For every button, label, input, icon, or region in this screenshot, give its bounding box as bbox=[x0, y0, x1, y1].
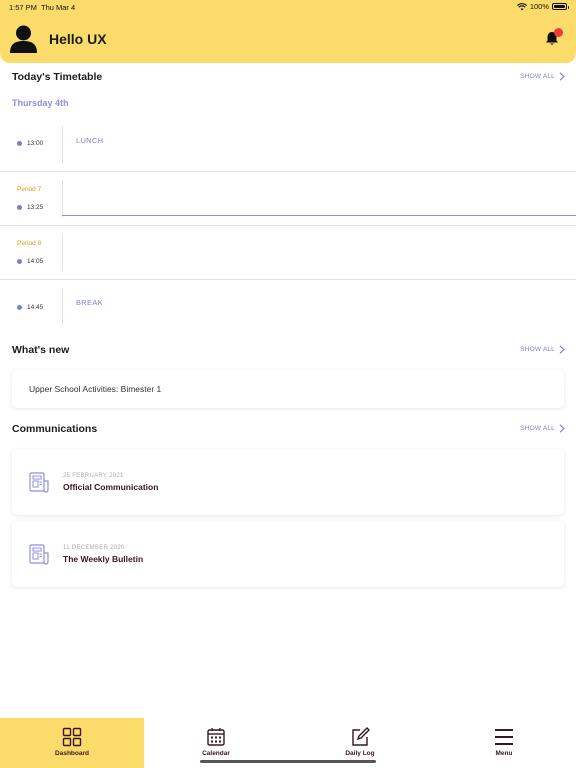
time-divider bbox=[62, 288, 63, 325]
current-time-line bbox=[62, 215, 576, 216]
time-divider bbox=[62, 180, 63, 217]
show-all-label: SHOW ALL bbox=[520, 73, 555, 80]
whats-new-title: What's new bbox=[12, 344, 70, 356]
timetable-show-all[interactable]: SHOW ALL bbox=[520, 72, 565, 81]
timetable-row[interactable]: 13:00 LUNCH bbox=[0, 118, 576, 171]
tab-label: Calendar bbox=[202, 750, 230, 757]
edit-note-icon bbox=[352, 727, 370, 746]
status-right: 100% bbox=[516, 2, 569, 11]
timetable-row[interactable]: Period 8 14:05 bbox=[0, 226, 576, 279]
communication-title: The Weekly Bulletin bbox=[63, 554, 144, 564]
time-dot bbox=[17, 141, 22, 146]
status-time: 1:57 PM bbox=[9, 3, 37, 12]
document-icon bbox=[29, 544, 49, 565]
time-text: 13:25 bbox=[27, 204, 44, 211]
communication-title: Official Communication bbox=[63, 482, 159, 492]
time-text: 14:45 bbox=[27, 304, 44, 311]
dashboard-grid-icon bbox=[62, 727, 82, 747]
calendar-icon bbox=[207, 728, 225, 746]
timetable-title: Today's Timetable bbox=[12, 71, 103, 83]
period-label: Period 7 bbox=[17, 186, 42, 193]
avatar-icon[interactable] bbox=[10, 24, 37, 53]
hamburger-menu-icon bbox=[495, 729, 513, 745]
communication-card[interactable]: 25 FEBRUARY 2021 Official Communication bbox=[12, 449, 564, 515]
tab-dashboard[interactable]: Dashboard bbox=[0, 718, 144, 768]
communication-date: 11 DECEMBER 2020 bbox=[63, 545, 125, 551]
battery-percent: 100% bbox=[529, 2, 549, 11]
time-divider bbox=[62, 234, 63, 271]
app-header: Hello UX bbox=[0, 14, 576, 63]
row-time: 13:25 bbox=[17, 204, 43, 211]
show-all-label: SHOW ALL bbox=[520, 425, 555, 432]
tab-label: Menu bbox=[495, 750, 513, 757]
news-card[interactable]: Upper School Activities: Bimester 1 bbox=[12, 370, 564, 408]
time-dot bbox=[17, 259, 22, 264]
event-label: LUNCH bbox=[76, 136, 104, 145]
period-label: Period 8 bbox=[17, 240, 42, 247]
row-time: 14:45 bbox=[17, 304, 43, 311]
event-label: BREAK bbox=[76, 298, 103, 307]
timetable-day: Thursday 4th bbox=[12, 98, 69, 108]
status-bar: 1:57 PM Thu Mar 4 100% bbox=[0, 0, 576, 14]
time-divider bbox=[62, 126, 63, 163]
time-dot bbox=[17, 305, 22, 310]
time-text: 14:05 bbox=[27, 258, 44, 265]
tab-label: Daily Log bbox=[345, 750, 375, 757]
status-date: Thu Mar 4 bbox=[41, 3, 76, 12]
time-dot bbox=[17, 205, 22, 210]
communications-show-all[interactable]: SHOW ALL bbox=[520, 424, 565, 433]
home-indicator bbox=[200, 760, 376, 763]
notification-badge bbox=[554, 28, 563, 37]
tab-label: Dashboard bbox=[55, 750, 89, 757]
document-icon bbox=[29, 472, 49, 493]
chevron-right-icon bbox=[559, 424, 565, 433]
row-time: 14:05 bbox=[17, 258, 43, 265]
communication-date: 25 FEBRUARY 2021 bbox=[63, 473, 124, 479]
news-title: Upper School Activities: Bimester 1 bbox=[29, 384, 162, 394]
timetable-row[interactable]: 14:45 BREAK bbox=[0, 280, 576, 333]
greeting-title: Hello UX bbox=[49, 31, 107, 47]
timetable-row[interactable]: Period 7 13:25 bbox=[0, 172, 576, 225]
battery-icon bbox=[552, 3, 569, 10]
show-all-label: SHOW ALL bbox=[520, 346, 555, 353]
communications-title: Communications bbox=[12, 423, 98, 435]
row-time: 13:00 bbox=[17, 140, 43, 147]
wifi-icon bbox=[516, 2, 527, 10]
tab-menu[interactable]: Menu bbox=[432, 718, 576, 768]
chevron-right-icon bbox=[559, 345, 565, 354]
whats-new-show-all[interactable]: SHOW ALL bbox=[520, 345, 565, 354]
chevron-right-icon bbox=[559, 72, 565, 81]
time-text: 13:00 bbox=[27, 140, 44, 147]
communication-card[interactable]: 11 DECEMBER 2020 The Weekly Bulletin bbox=[12, 521, 564, 587]
